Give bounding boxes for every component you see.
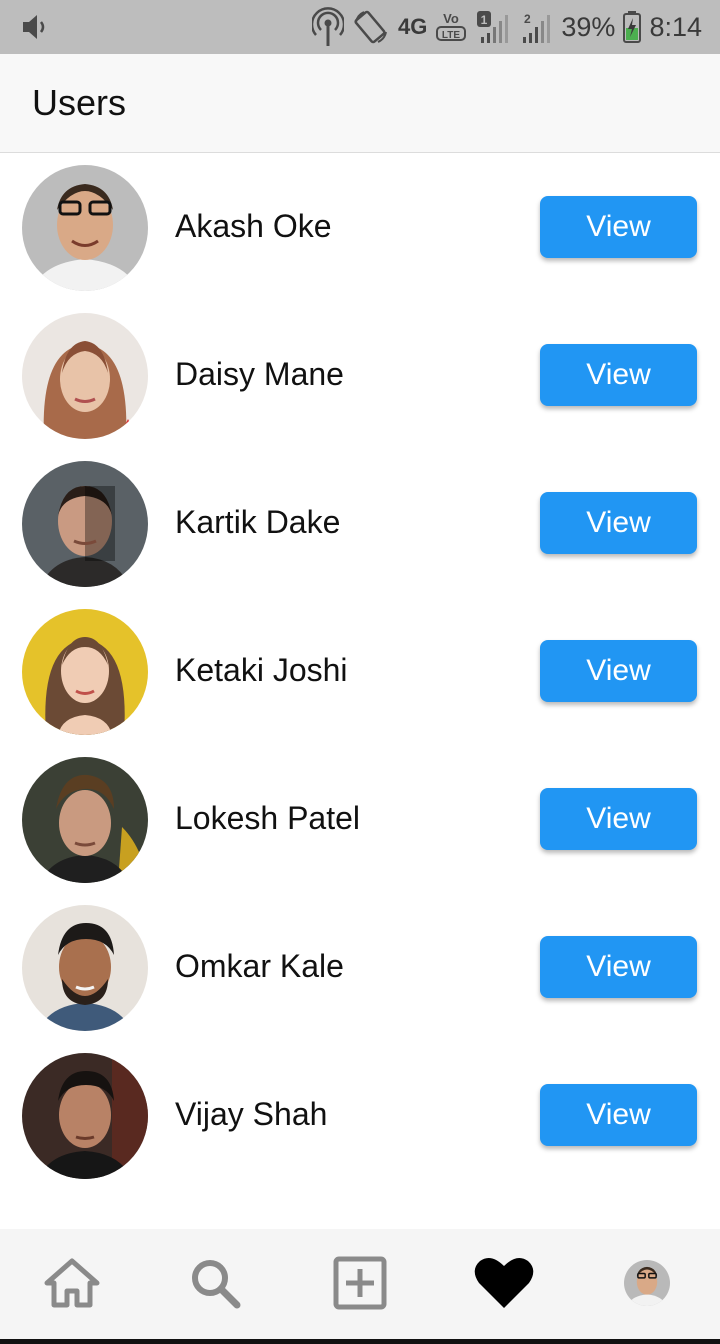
list-item: Vijay Shah View <box>0 1041 720 1189</box>
search-icon[interactable] <box>185 1253 245 1313</box>
svg-text:2: 2 <box>524 12 531 26</box>
signal-icon: 1 <box>475 9 511 45</box>
avatar <box>22 313 148 439</box>
avatar <box>22 1053 148 1179</box>
battery-icon <box>623 11 642 43</box>
network-type: 4G <box>398 14 428 39</box>
view-button[interactable]: View <box>540 196 697 258</box>
bottom-nav <box>0 1229 720 1339</box>
svg-text:LTE: LTE <box>442 30 460 41</box>
view-button[interactable]: View <box>540 1084 697 1146</box>
hotspot-icon <box>312 7 345 47</box>
home-icon[interactable] <box>42 1253 102 1313</box>
avatar <box>22 461 148 587</box>
user-name: Vijay Shah <box>175 1096 328 1132</box>
user-name: Lokesh Patel <box>175 800 361 836</box>
list-item: Omkar Kale View <box>0 893 720 1041</box>
app-bar: Users <box>0 54 720 153</box>
rotate-icon <box>352 8 390 46</box>
view-button[interactable]: View <box>540 344 697 406</box>
list-item: Lokesh Patel View <box>0 745 720 893</box>
view-button[interactable]: View <box>540 936 697 998</box>
list-item: Ketaki Joshi View <box>0 597 720 745</box>
user-name: Daisy Mane <box>175 356 344 392</box>
heart-icon[interactable] <box>474 1253 534 1313</box>
page-title: Users <box>32 82 127 123</box>
list-item: Daisy Mane View <box>0 301 720 449</box>
battery-percent: 39% <box>561 11 616 42</box>
user-name: Akash Oke <box>175 208 332 244</box>
profile-avatar[interactable] <box>617 1253 677 1313</box>
user-name: Ketaki Joshi <box>175 652 348 688</box>
volte-icon: Vo LTE <box>435 9 467 45</box>
view-button[interactable]: View <box>540 788 697 850</box>
volume-icon <box>20 12 50 42</box>
clock: 8:14 <box>649 11 702 42</box>
avatar <box>22 609 148 735</box>
user-name: Omkar Kale <box>175 948 344 984</box>
list-item: Kartik Dake View <box>0 449 720 597</box>
view-button[interactable]: View <box>540 640 697 702</box>
avatar <box>22 757 148 883</box>
list-item: Akash Oke View <box>0 153 720 301</box>
svg-text:1: 1 <box>481 13 488 27</box>
user-name: Kartik Dake <box>175 504 341 540</box>
system-nav-line <box>0 1339 720 1344</box>
signal-icon: 2 <box>519 9 553 45</box>
add-post-icon[interactable] <box>330 1253 390 1313</box>
avatar <box>22 165 148 291</box>
view-button[interactable]: View <box>540 492 697 554</box>
svg-text:Vo: Vo <box>444 11 460 26</box>
avatar <box>22 905 148 1031</box>
status-bar: 4G Vo LTE 1 2 39% 8:14 <box>0 0 720 54</box>
